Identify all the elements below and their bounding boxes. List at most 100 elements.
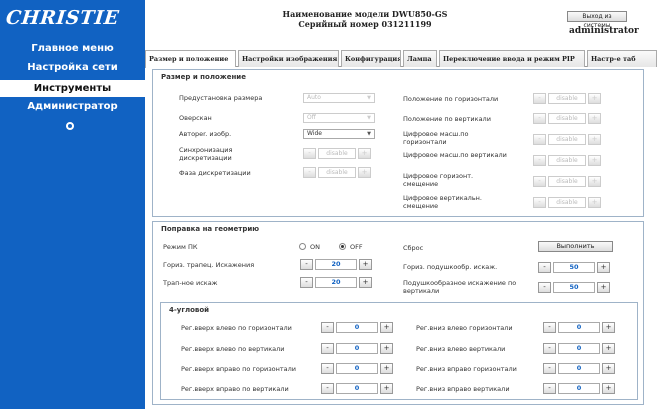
minus-button[interactable]: - bbox=[533, 93, 546, 104]
plus-button[interactable]: + bbox=[588, 113, 601, 124]
minus-button[interactable]: - bbox=[538, 282, 551, 293]
spinner-value[interactable]: 0 bbox=[336, 343, 378, 354]
model-name: Наименование модели DWU850-GS bbox=[282, 9, 448, 19]
minus-button[interactable]: - bbox=[321, 383, 334, 394]
minus-button[interactable]: - bbox=[300, 277, 313, 288]
spinner-value: disable bbox=[548, 134, 586, 145]
minus-button[interactable]: - bbox=[533, 113, 546, 124]
corner-spinner: - 0 + bbox=[543, 383, 618, 394]
plus-button[interactable]: + bbox=[602, 363, 615, 374]
spinner-value[interactable]: 20 bbox=[315, 259, 357, 270]
h-keystone-spinner: - 20 + bbox=[300, 259, 375, 270]
corner-label: Рег.вниз влево горизонтали bbox=[416, 324, 513, 332]
plus-button[interactable]: + bbox=[358, 167, 371, 178]
sidebar-item-admin[interactable]: Администратор bbox=[0, 101, 145, 115]
plus-button[interactable]: + bbox=[597, 262, 610, 273]
minus-button[interactable]: - bbox=[533, 197, 546, 208]
tab-configuration[interactable]: Конфигурация bbox=[341, 50, 401, 67]
spinner-value[interactable]: 0 bbox=[558, 343, 600, 354]
tab-settings-more[interactable]: Настр-е таб bbox=[587, 50, 657, 67]
sync-spinner: - disable + bbox=[303, 148, 373, 159]
dig-hshift-spinner: - disable + bbox=[533, 176, 603, 187]
tab-image-settings[interactable]: Настройки изображения bbox=[238, 50, 339, 67]
spinner-value[interactable]: 0 bbox=[558, 322, 600, 333]
plus-button[interactable]: + bbox=[588, 134, 601, 145]
chevron-down-icon: ▼ bbox=[367, 95, 371, 101]
logout-button[interactable]: Выход из системы bbox=[567, 11, 627, 29]
plus-button[interactable]: + bbox=[588, 197, 601, 208]
spinner-value[interactable]: 50 bbox=[553, 282, 595, 293]
pc-mode-label: Режим ПК bbox=[163, 243, 198, 251]
plus-button[interactable]: + bbox=[380, 322, 393, 333]
minus-button[interactable]: - bbox=[533, 176, 546, 187]
gear-icon[interactable] bbox=[66, 122, 74, 130]
phase-label: Фаза дискретизации bbox=[179, 169, 251, 177]
vpos-label: Положение по вертикали bbox=[403, 115, 491, 123]
plus-button[interactable]: + bbox=[602, 383, 615, 394]
spinner-value[interactable]: 50 bbox=[553, 262, 595, 273]
auto-image-value: Wide bbox=[307, 130, 322, 137]
minus-button[interactable]: - bbox=[321, 363, 334, 374]
plus-button[interactable]: + bbox=[358, 148, 371, 159]
minus-button[interactable]: - bbox=[533, 155, 546, 166]
dig-v-label: Цифровое масш.по вертикали bbox=[403, 151, 507, 159]
minus-button[interactable]: - bbox=[303, 148, 316, 159]
plus-button[interactable]: + bbox=[588, 93, 601, 104]
minus-button[interactable]: - bbox=[303, 167, 316, 178]
spinner-value: disable bbox=[548, 155, 586, 166]
sidebar-item-main-menu[interactable]: Главное меню bbox=[0, 43, 145, 57]
minus-button[interactable]: - bbox=[543, 322, 556, 333]
plus-button[interactable]: + bbox=[597, 282, 610, 293]
h-pillow-spinner: - 50 + bbox=[538, 262, 613, 273]
sidebar-item-tools[interactable]: Инструменты bbox=[0, 80, 145, 97]
minus-button[interactable]: - bbox=[543, 383, 556, 394]
plus-button[interactable]: + bbox=[602, 322, 615, 333]
plus-button[interactable]: + bbox=[380, 343, 393, 354]
corner-label: Рег.вверх вправо по вертикали bbox=[181, 385, 289, 393]
plus-button[interactable]: + bbox=[588, 155, 601, 166]
plus-button[interactable]: + bbox=[380, 363, 393, 374]
spinner-value[interactable]: 0 bbox=[558, 363, 600, 374]
execute-button[interactable]: Выполнить bbox=[538, 241, 613, 252]
tab-lamp[interactable]: Лампа bbox=[403, 50, 437, 67]
minus-button[interactable]: - bbox=[321, 322, 334, 333]
vpos-spinner: - disable + bbox=[533, 113, 603, 124]
minus-button[interactable]: - bbox=[533, 134, 546, 145]
overscan-select[interactable]: Off ▼ bbox=[303, 113, 375, 123]
preset-label: Предустановка размера bbox=[179, 94, 263, 102]
spinner-value[interactable]: 0 bbox=[336, 383, 378, 394]
hpos-spinner: - disable + bbox=[533, 93, 603, 104]
minus-button[interactable]: - bbox=[300, 259, 313, 270]
plus-button[interactable]: + bbox=[380, 383, 393, 394]
spinner-value[interactable]: 0 bbox=[336, 363, 378, 374]
corner-spinner: - 0 + bbox=[321, 383, 396, 394]
reset-label: Сброс bbox=[403, 244, 424, 252]
corner-spinner: - 0 + bbox=[543, 343, 618, 354]
spinner-value: disable bbox=[318, 148, 356, 159]
tab-size-position[interactable]: Размер и положение bbox=[145, 50, 236, 68]
tab-input-pip[interactable]: Переключение ввода и режим PIP bbox=[439, 50, 585, 67]
minus-button[interactable]: - bbox=[543, 363, 556, 374]
trap-spinner: - 20 + bbox=[300, 277, 375, 288]
minus-button[interactable]: - bbox=[543, 343, 556, 354]
plus-button[interactable]: + bbox=[602, 343, 615, 354]
username: administrator bbox=[569, 26, 639, 36]
preset-select[interactable]: Auto ▼ bbox=[303, 93, 375, 103]
sidebar-item-network[interactable]: Настройка сети bbox=[0, 62, 145, 76]
plus-button[interactable]: + bbox=[359, 259, 372, 270]
minus-button[interactable]: - bbox=[538, 262, 551, 273]
pc-mode-on-radio[interactable] bbox=[299, 243, 306, 250]
preset-value: Auto bbox=[307, 94, 321, 101]
spinner-value[interactable]: 0 bbox=[336, 322, 378, 333]
size-position-panel: Размер и положение Предустановка размера… bbox=[152, 69, 644, 217]
pc-mode-off-radio[interactable] bbox=[339, 243, 346, 250]
auto-image-select[interactable]: Wide ▼ bbox=[303, 129, 375, 139]
spinner-value[interactable]: 0 bbox=[558, 383, 600, 394]
plus-button[interactable]: + bbox=[588, 176, 601, 187]
minus-button[interactable]: - bbox=[321, 343, 334, 354]
corner-label: Рег.вниз вправо горизонтали bbox=[416, 365, 517, 373]
panel-title: 4-угловой bbox=[169, 306, 210, 314]
plus-button[interactable]: + bbox=[359, 277, 372, 288]
spinner-value[interactable]: 20 bbox=[315, 277, 357, 288]
dig-vshift-label: Цифровое вертикальн. смещение bbox=[403, 194, 482, 210]
